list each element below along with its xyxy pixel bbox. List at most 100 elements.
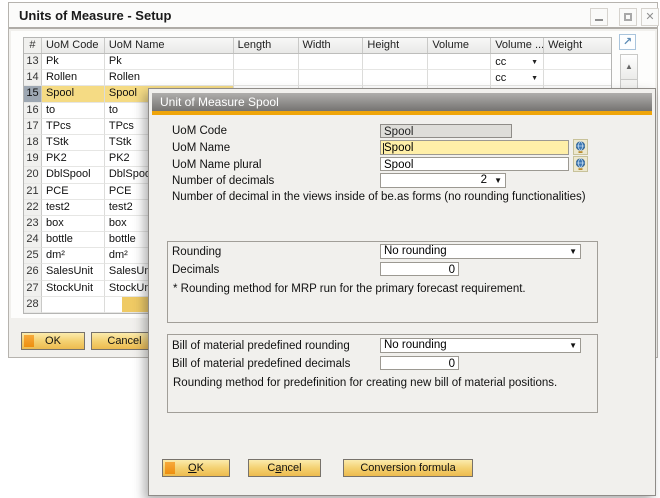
table-cell[interactable] [363, 54, 428, 70]
column-header[interactable]: Length [234, 38, 299, 53]
uom-name-label: UoM Name [172, 142, 230, 154]
row-number-cell[interactable]: 25 [24, 248, 42, 264]
row-number-cell[interactable]: 21 [24, 184, 42, 200]
table-cell[interactable]: Rollen [42, 70, 105, 86]
table-row: 14RollenRollencc▼ [24, 70, 611, 86]
expand-grid-icon[interactable]: ↗ [619, 34, 636, 50]
table-cell[interactable]: SalesUnit [42, 264, 105, 280]
ok-button[interactable]: OK [21, 332, 85, 350]
table-cell[interactable] [234, 54, 299, 70]
table-cell[interactable] [544, 54, 611, 70]
maximize-button[interactable] [619, 8, 637, 26]
ok-mnemonic: O [188, 462, 197, 474]
table-cell[interactable]: box [42, 216, 105, 232]
minimize-button[interactable] [590, 8, 608, 26]
row-number-cell[interactable]: 23 [24, 216, 42, 232]
column-header[interactable]: Height [363, 38, 428, 53]
row-number-cell[interactable]: 13 [24, 54, 42, 70]
vertical-scrollbar[interactable]: ▲ [620, 54, 638, 90]
row-number-cell[interactable]: 26 [24, 264, 42, 280]
table-cell[interactable]: TStk [42, 135, 105, 151]
table-cell[interactable]: Pk [42, 54, 105, 70]
row-number-cell[interactable]: 19 [24, 151, 42, 167]
rounding-label: Rounding [172, 246, 221, 258]
bom-rounding-label: Bill of material predefined rounding [172, 340, 350, 352]
conversion-formula-button[interactable]: Conversion formula [343, 459, 473, 477]
uom-name-field[interactable]: Spool [380, 140, 569, 155]
row-number-cell[interactable]: 24 [24, 232, 42, 248]
table-cell[interactable] [299, 54, 364, 70]
table-cell[interactable]: PK2 [42, 151, 105, 167]
dialog-title: Unit of Measure Spool [160, 95, 279, 109]
table-cell[interactable]: to [42, 103, 105, 119]
number-of-decimals-value: 2 [381, 174, 505, 187]
dialog-cancel-button[interactable]: Cancel [248, 459, 321, 477]
table-cell[interactable]: Spool [42, 86, 105, 102]
uom-name-plural-label: UoM Name plural [172, 159, 261, 171]
column-header[interactable]: Volume [428, 38, 491, 53]
number-of-decimals-select[interactable]: 2 ▼ [380, 173, 506, 188]
row-number-cell[interactable]: 18 [24, 135, 42, 151]
table-cell[interactable]: dm² [42, 248, 105, 264]
bom-decimals-field[interactable]: 0 [380, 356, 459, 370]
table-cell[interactable]: TPcs [42, 119, 105, 135]
column-header[interactable]: Width [299, 38, 364, 53]
column-header[interactable]: UoM Name [105, 38, 234, 53]
table-cell[interactable] [428, 54, 491, 70]
table-cell[interactable]: test2 [42, 200, 105, 216]
close-button[interactable]: ✕ [641, 8, 659, 26]
row-number-cell[interactable]: 14 [24, 70, 42, 86]
scroll-up-icon[interactable]: ▲ [621, 55, 637, 80]
column-header[interactable]: Weight [544, 38, 611, 53]
column-header[interactable]: # [24, 38, 42, 53]
decimals-note: Number of decimal in the views inside of… [172, 191, 586, 203]
row-number-cell[interactable]: 15 [24, 86, 42, 102]
table-cell[interactable]: PCE [42, 184, 105, 200]
uom-name-plural-field[interactable]: Spool [380, 157, 569, 171]
translate-globe-button[interactable] [573, 139, 588, 155]
table-cell[interactable] [363, 70, 428, 86]
window-titlebar[interactable]: Units of Measure - Setup [9, 3, 657, 29]
uom-table-header: #UoM CodeUoM NameLengthWidthHeightVolume… [24, 38, 611, 54]
row-number-cell[interactable]: 22 [24, 200, 42, 216]
dialog-ok-button[interactable]: OK [162, 459, 230, 477]
row-number-cell[interactable]: 28 [24, 297, 42, 313]
row-number-cell[interactable]: 17 [24, 119, 42, 135]
row-number-cell[interactable]: 27 [24, 281, 42, 297]
table-cell[interactable]: StockUnit [42, 281, 105, 297]
translate-globe-button[interactable] [573, 156, 588, 172]
globe-icon [575, 141, 586, 154]
row-number-cell[interactable]: 16 [24, 103, 42, 119]
rounding-select[interactable]: No rounding ▼ [380, 244, 581, 259]
uom-code-label: UoM Code [172, 125, 227, 137]
column-header[interactable]: UoM Code [42, 38, 105, 53]
decimals-field[interactable]: 0 [380, 262, 459, 276]
volume-uom-select[interactable]: cc▼ [491, 54, 544, 70]
bom-decimals-label: Bill of material predefined decimals [172, 358, 350, 370]
table-cell[interactable] [428, 70, 491, 86]
uom-name-value: Spool [384, 142, 413, 154]
table-cell[interactable]: bottle [42, 232, 105, 248]
column-header[interactable]: Volume ... [491, 38, 544, 53]
table-cell[interactable] [234, 70, 299, 86]
cancel-post: ncel [281, 462, 301, 474]
minimize-icon [595, 19, 603, 21]
volume-uom-select[interactable]: cc▼ [491, 70, 544, 86]
mrp-rounding-note: * Rounding method for MRP run for the pr… [173, 283, 526, 295]
table-cell[interactable] [544, 70, 611, 86]
table-cell[interactable] [42, 297, 105, 313]
rounding-value: No rounding [381, 245, 580, 258]
row-number-cell[interactable]: 20 [24, 167, 42, 183]
table-cell[interactable]: DblSpool [42, 167, 105, 183]
table-cell[interactable]: Rollen [105, 70, 234, 86]
dialog-titlebar[interactable]: Unit of Measure Spool [152, 93, 652, 111]
table-cell[interactable]: Pk [105, 54, 234, 70]
conversion-formula-label: Conversion formula [360, 462, 455, 474]
volume-uom-value: cc [495, 72, 506, 84]
decimals-label: Decimals [172, 264, 219, 276]
number-of-decimals-label: Number of decimals [172, 175, 274, 187]
chevron-down-icon: ▼ [569, 248, 577, 256]
table-cell[interactable] [299, 70, 364, 86]
bom-rounding-select[interactable]: No rounding ▼ [380, 338, 581, 353]
chevron-down-icon: ▼ [494, 177, 502, 185]
